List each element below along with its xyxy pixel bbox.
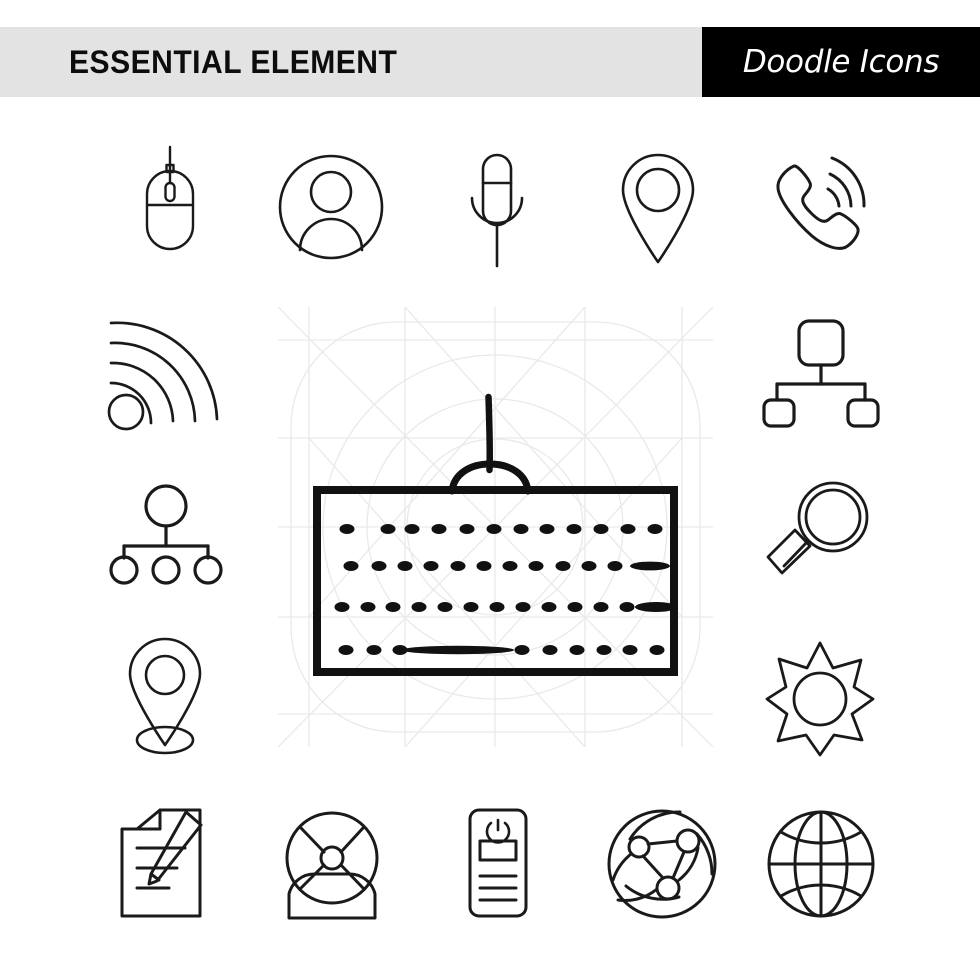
phone-call-icon[interactable] (760, 148, 880, 263)
brand-badge: Doodle Icons (702, 27, 980, 97)
microphone-icon[interactable] (455, 150, 539, 270)
user-avatar-icon[interactable] (276, 152, 386, 262)
poster-canvas: ESSENTIAL ELEMENT Doodle Icons (0, 0, 980, 980)
map-marker-icon[interactable] (113, 637, 217, 761)
location-pin-icon[interactable] (613, 150, 703, 266)
featured-keyboard-tile[interactable] (278, 307, 713, 747)
global-network-icon[interactable] (606, 808, 718, 920)
network-tree-icon[interactable] (107, 484, 225, 585)
document-edit-icon[interactable] (113, 808, 215, 920)
remote-control-icon[interactable] (466, 808, 530, 918)
keyboard-glyph (313, 393, 678, 676)
brand-badge-label: Doodle Icons (742, 44, 940, 80)
mouse-icon[interactable] (120, 143, 220, 263)
globe-grid-icon[interactable] (766, 808, 876, 920)
magnifier-icon[interactable] (762, 478, 878, 588)
disc-user-icon[interactable] (277, 808, 387, 920)
page-title: ESSENTIAL ELEMENT (69, 43, 398, 80)
rss-signal-icon[interactable] (103, 305, 233, 435)
sitemap-square-icon[interactable] (762, 318, 880, 428)
sun-burst-icon[interactable] (764, 640, 876, 758)
